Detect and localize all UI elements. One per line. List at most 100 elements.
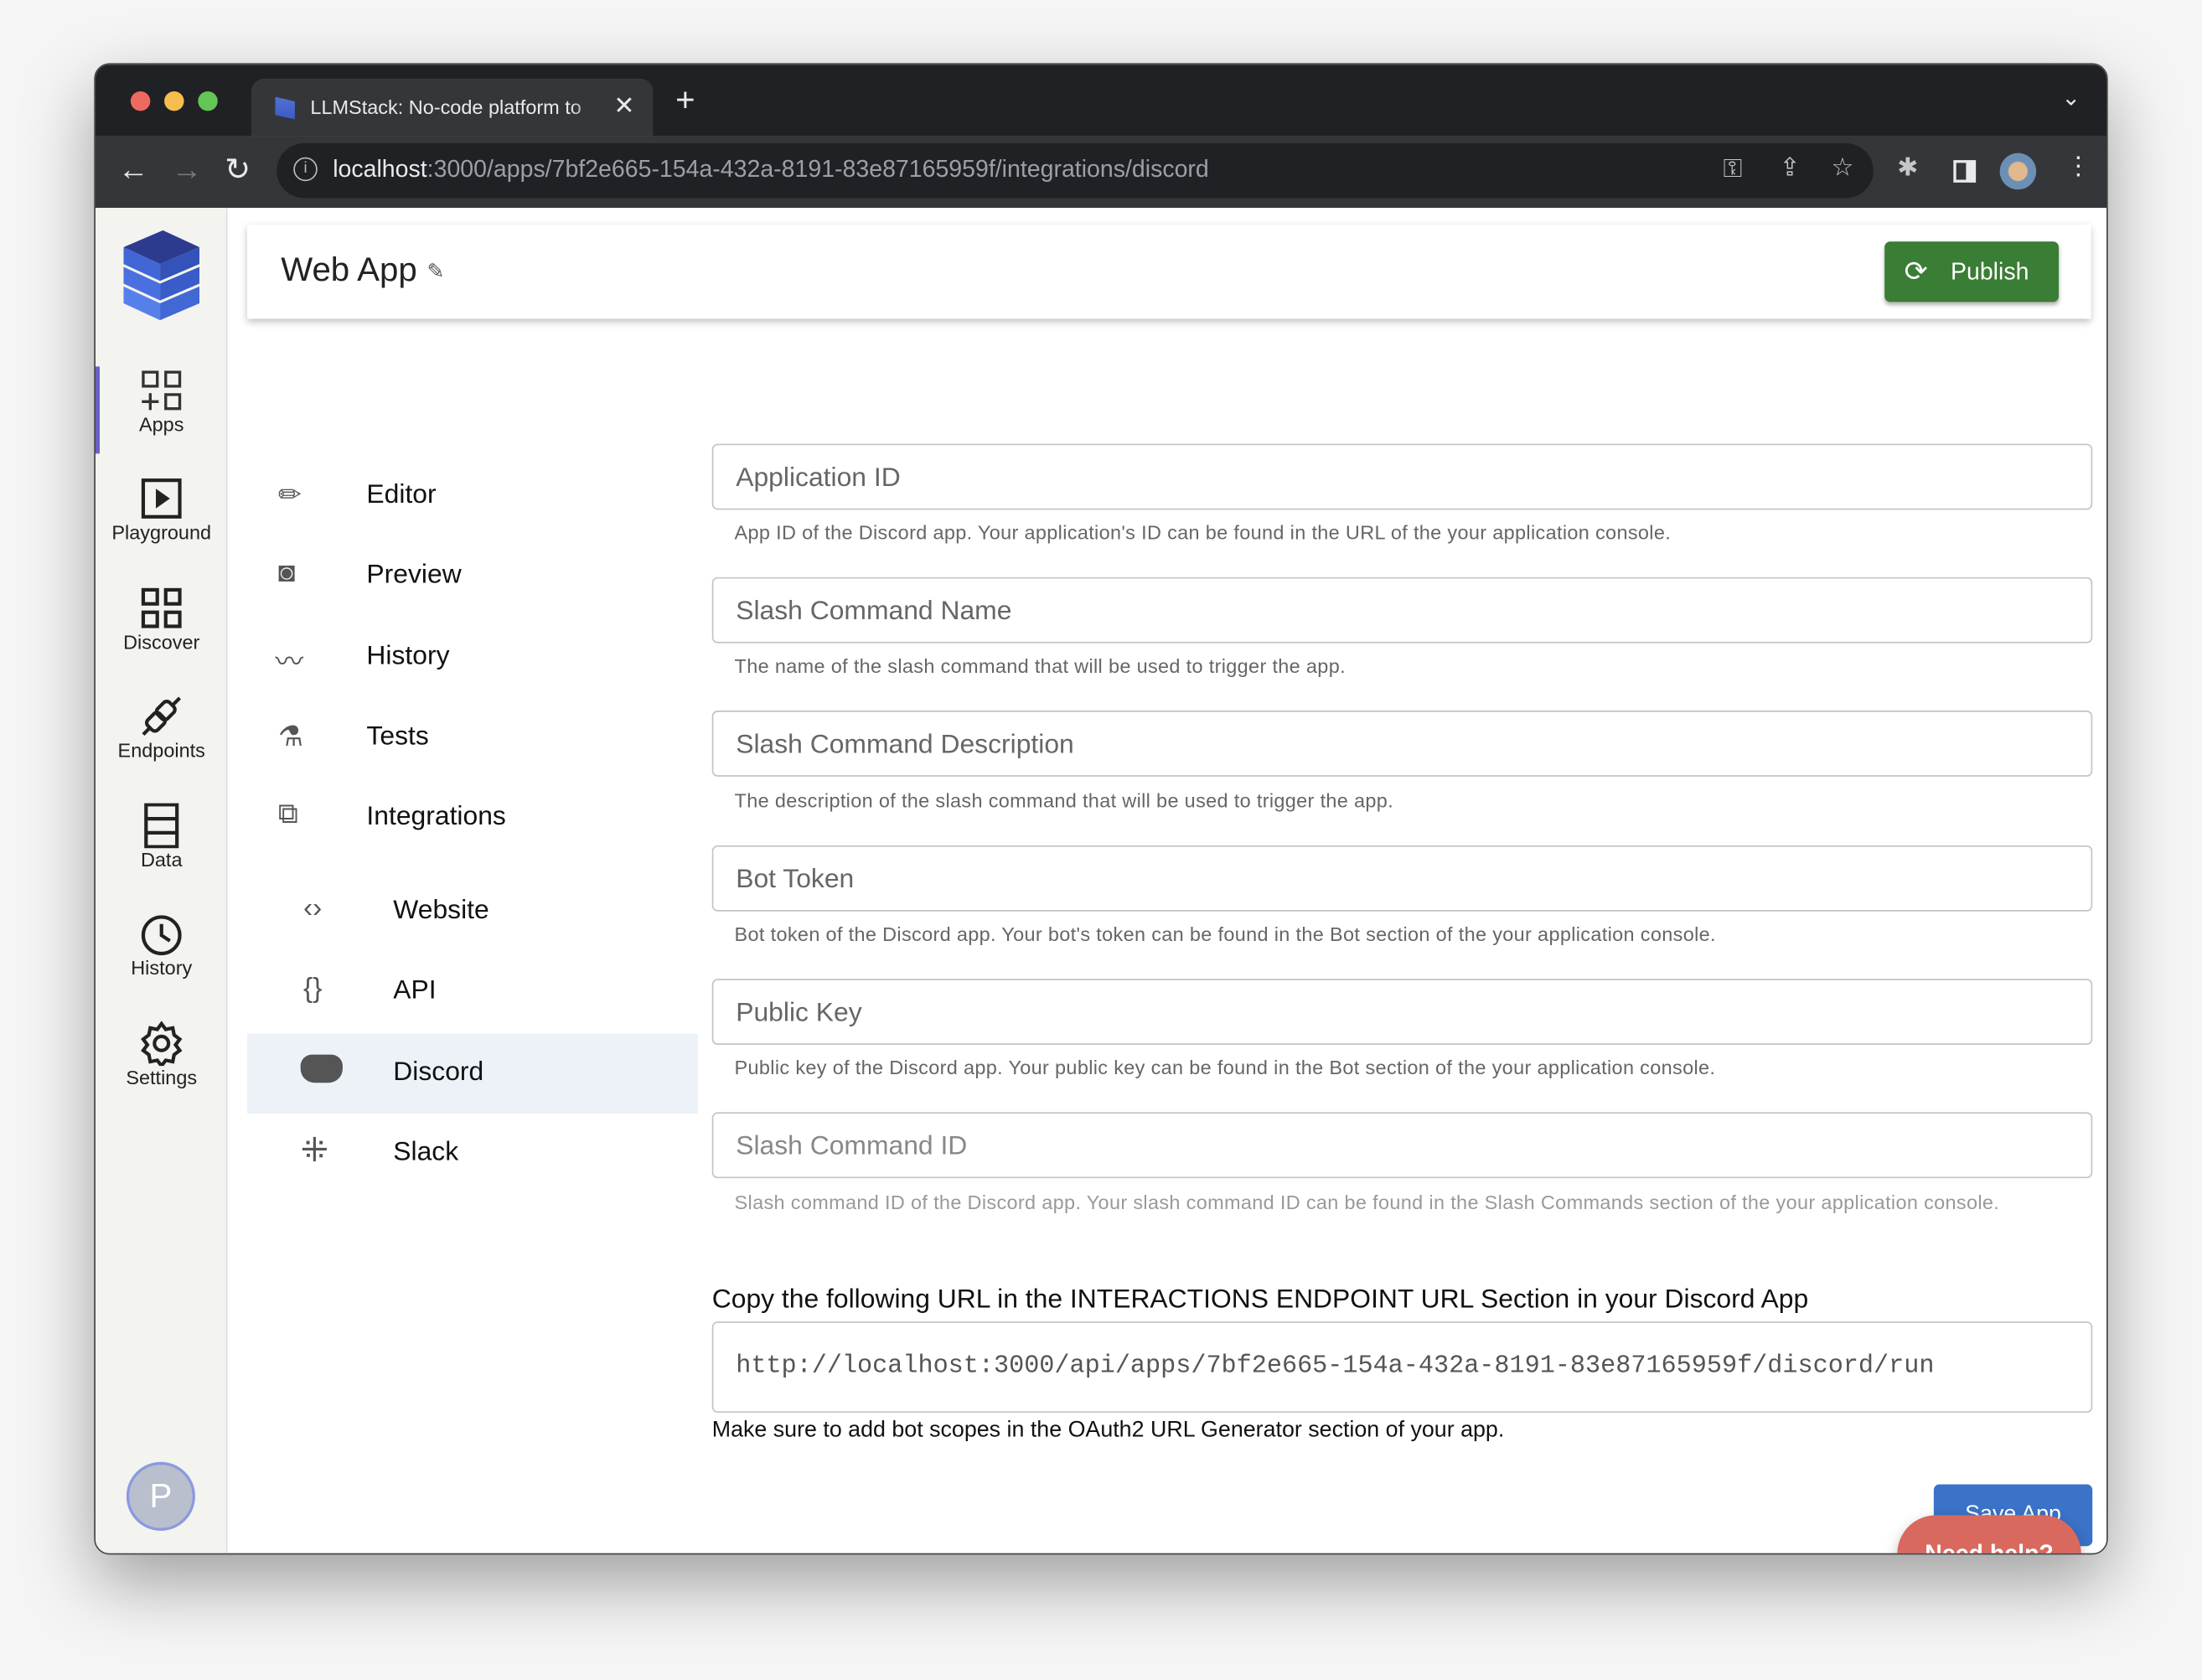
menu-icon[interactable]: ⋮ <box>2065 152 2091 181</box>
plug-icon <box>142 696 182 737</box>
database-icon <box>144 803 179 849</box>
nav-label: History <box>366 641 450 672</box>
nav-slack[interactable]: ⁜ Slack <box>247 1114 698 1194</box>
slash-command-description-input[interactable]: Slash Command Description <box>711 711 2093 777</box>
key-icon[interactable]: ⚿ <box>1723 154 1742 184</box>
url-host: localhost <box>333 156 427 183</box>
publish-icon: ⟳ <box>1904 256 1928 288</box>
sidebar-item-history[interactable]: History <box>96 912 228 979</box>
sidebar-label: Endpoints <box>117 738 205 762</box>
nav-discord[interactable]: Discord <box>246 1033 698 1114</box>
nav-preview[interactable]: ◙ Preview <box>247 536 698 617</box>
field-label: Slash Command Name <box>736 597 1012 627</box>
slash-command-id-input[interactable]: Slash Command ID <box>711 1112 2093 1179</box>
nav-label: Editor <box>366 480 437 510</box>
bookmark-star-icon[interactable]: ☆ <box>1832 153 1854 183</box>
need-help-button[interactable]: Need help? <box>1897 1515 2081 1553</box>
flask-icon: ⚗ <box>277 721 303 753</box>
sidebar-label: Settings <box>126 1066 198 1088</box>
field-label: Slash Command Description <box>736 730 1074 760</box>
address-bar[interactable]: i localhost:3000/apps/7bf2e665-154a-432a… <box>277 142 1874 199</box>
back-icon[interactable]: ← <box>118 152 149 189</box>
sidebar-label: Discover <box>123 630 200 654</box>
nav-label: Website <box>393 896 489 926</box>
nav-tests[interactable]: ⚗ Tests <box>247 698 698 778</box>
browser-tab[interactable]: LLMStack: No-code platform to ✕ <box>251 78 654 137</box>
sidebar-item-settings[interactable]: Settings <box>96 1021 228 1088</box>
close-window-button[interactable] <box>130 90 151 111</box>
field-label: Application ID <box>736 463 901 494</box>
sidebar-item-discover[interactable]: Discover <box>96 586 228 653</box>
info-icon[interactable]: i <box>293 157 318 182</box>
forward-icon[interactable]: → <box>171 152 202 189</box>
new-tab-icon[interactable]: + <box>675 81 695 121</box>
side-panel-icon[interactable] <box>1953 160 1977 183</box>
nav-api[interactable]: {} API <box>247 952 698 1032</box>
reload-icon[interactable]: ↻ <box>225 152 251 189</box>
main-content: Web App ✎ ⟳ Publish ✏ Editor ◙ Preview 〰 Hi… <box>229 208 2106 1553</box>
trend-icon: 〰 <box>275 647 304 679</box>
publish-button[interactable]: ⟳ Publish <box>1884 241 2060 302</box>
profile-avatar[interactable] <box>1999 152 2037 190</box>
nav-integrations[interactable]: ⧉ Integrations <box>247 778 698 859</box>
share-icon[interactable]: ⇪ <box>1779 153 1800 183</box>
sidebar-item-apps[interactable]: Apps <box>96 368 228 436</box>
application-id-input[interactable]: Application ID <box>711 443 2093 510</box>
code-icon: ‹› <box>303 892 323 924</box>
public-key-input[interactable]: Public Key <box>711 979 2093 1045</box>
slash-command-name-input[interactable]: Slash Command Name <box>711 576 2093 644</box>
nav-label: Tests <box>366 721 429 752</box>
app-header: Web App ✎ ⟳ Publish <box>246 225 2091 319</box>
edit-title-icon[interactable]: ✎ <box>427 258 445 283</box>
slack-icon: ⁜ <box>300 1131 329 1171</box>
clock-icon <box>141 915 182 956</box>
nav-editor[interactable]: ✏ Editor <box>247 457 698 537</box>
browser-window: LLMStack: No-code platform to ✕ + ⌄ ← → … <box>94 63 2108 1555</box>
publish-label: Publish <box>1950 258 2029 286</box>
pencil-icon: ✏ <box>277 480 302 512</box>
sidebar-item-data[interactable]: Data <box>96 803 228 871</box>
sidebar-label: History <box>131 956 193 980</box>
llmstack-logo <box>123 230 199 321</box>
apps-icon <box>142 370 182 411</box>
nav-website[interactable]: ‹› Website <box>247 872 698 953</box>
gear-icon <box>141 1021 183 1067</box>
llmstack-favicon-icon <box>275 96 295 120</box>
sidebar-label: Apps <box>138 412 184 436</box>
helper-text: The description of the slash command tha… <box>734 788 1394 812</box>
braces-icon: {} <box>303 973 323 1005</box>
sidebar-item-endpoints[interactable]: Endpoints <box>96 694 228 761</box>
nav-label: Slack <box>393 1137 459 1167</box>
oauth-note: Make sure to add bot scopes in the OAuth… <box>711 1418 1505 1443</box>
helper-text: Slash command ID of the Discord app. You… <box>734 1191 2000 1214</box>
nav-label: Integrations <box>366 801 506 832</box>
sidebar-item-playground[interactable]: Playground <box>96 476 228 544</box>
nav-label: Discord <box>393 1057 484 1088</box>
tab-bar: LLMStack: No-code platform to ✕ + ⌄ <box>95 65 2106 137</box>
grid-icon <box>141 587 182 628</box>
app-sidebar: Apps Playground Discover Endpoints Data … <box>95 208 228 1553</box>
maximize-window-button[interactable] <box>198 90 218 111</box>
tab-list-chevron-icon[interactable]: ⌄ <box>2061 85 2080 113</box>
helper-text: App ID of the Discord app. Your applicat… <box>734 520 1672 544</box>
user-avatar[interactable]: P <box>126 1461 195 1531</box>
page-title: Web App <box>281 251 417 290</box>
sidebar-label: Data <box>140 848 183 871</box>
sidebar-label: Playground <box>111 520 212 544</box>
field-label: Public Key <box>736 998 862 1028</box>
nav-history[interactable]: 〰 History <box>247 618 698 698</box>
close-tab-icon[interactable]: ✕ <box>613 91 634 121</box>
copy-url-instruction: Copy the following URL in the INTERACTIO… <box>711 1285 1809 1315</box>
helper-text: Bot token of the Discord app. Your bot's… <box>734 923 1716 945</box>
field-label: Slash Command ID <box>736 1131 968 1162</box>
minimize-window-button[interactable] <box>164 90 184 111</box>
tab-title: LLMStack: No-code platform to <box>310 95 582 118</box>
endpoint-url-field[interactable]: http://localhost:3000/api/apps/7bf2e665-… <box>711 1321 2093 1414</box>
helper-text: Public key of the Discord app. Your publ… <box>734 1056 1716 1079</box>
play-icon <box>141 478 182 519</box>
preview-icon: ◙ <box>277 557 296 589</box>
extensions-icon[interactable]: ✱ <box>1897 153 1918 183</box>
helper-text: The name of the slash command that will … <box>734 654 1346 677</box>
discord-icon <box>300 1054 343 1083</box>
bot-token-input[interactable]: Bot Token <box>711 845 2093 912</box>
